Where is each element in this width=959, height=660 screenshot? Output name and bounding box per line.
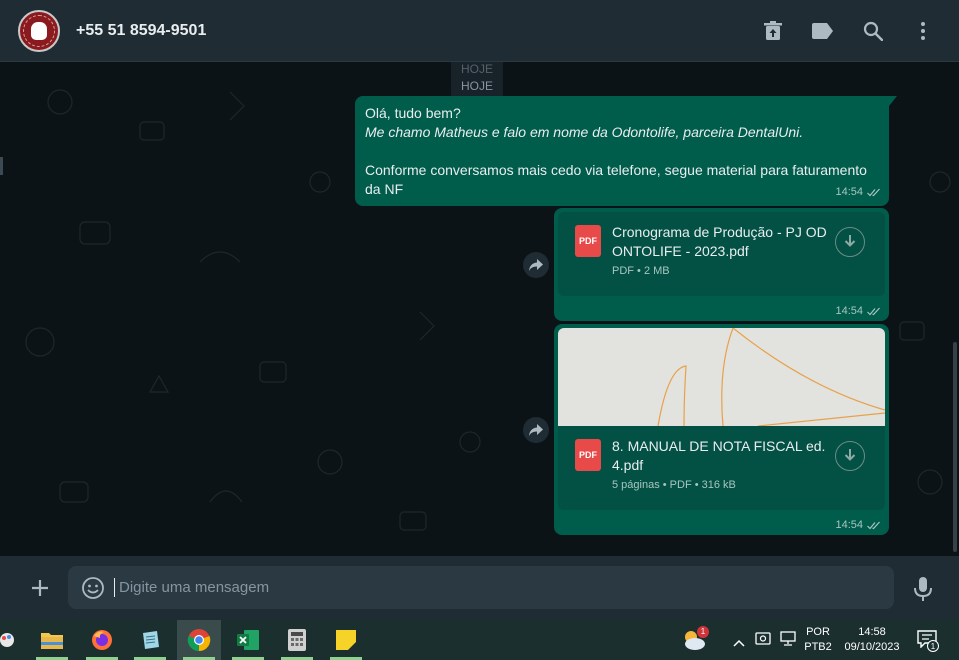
download-button[interactable]: [835, 441, 865, 471]
notepad-icon: [143, 631, 159, 649]
chat-panel[interactable]: HOJE HOJE Olá, tudo bem? Me chamo Matheu…: [0, 62, 959, 556]
taskbar-file-explorer[interactable]: [30, 620, 74, 660]
date-separator-ghost: HOJE: [460, 62, 493, 76]
message-time: 14:54: [835, 305, 863, 317]
taskbar-sticky-notes[interactable]: [324, 620, 368, 660]
message-input-box[interactable]: Digite uma mensagem: [68, 566, 894, 609]
vpn-tray-icon[interactable]: [755, 631, 773, 652]
taskbar-calculator[interactable]: [275, 620, 319, 660]
emoji-icon[interactable]: [81, 576, 105, 600]
more-menu-icon[interactable]: [911, 19, 935, 43]
paint-app-icon: [0, 633, 14, 647]
avatar-ring: [23, 15, 55, 47]
attach-plus-icon[interactable]: [28, 576, 52, 600]
document-card[interactable]: PDF Cronograma de Produção - PJ ODONTOLI…: [558, 212, 885, 296]
forward-button-doc2[interactable]: [523, 417, 549, 443]
chrome-icon: [187, 629, 211, 652]
message-meta: 14:54: [835, 519, 881, 531]
chat-header: +55 51 8594-9501: [0, 0, 959, 62]
notification-count: 1: [927, 640, 939, 652]
firefox-icon: [92, 630, 112, 650]
forward-arrow-icon: [529, 424, 543, 436]
message-line-greeting: Olá, tudo bem?: [365, 105, 461, 121]
document-card[interactable]: PDF 8. MANUAL DE NOTA FISCAL ed. 4.pdf 5…: [558, 426, 885, 510]
weather-widget[interactable]: 1: [682, 626, 709, 652]
language-code: POR: [806, 626, 830, 638]
pdf-file-icon: PDF: [575, 225, 601, 257]
pdf-file-icon: PDF: [575, 439, 601, 471]
taskbar-chrome[interactable]: [177, 620, 221, 660]
document-meta: PDF • 2 MB: [612, 265, 670, 277]
document-title: 8. MANUAL DE NOTA FISCAL ed. 4.pdf: [612, 438, 826, 473]
label-icon[interactable]: [811, 19, 835, 43]
microphone-icon[interactable]: [912, 576, 934, 602]
message-meta: 14:54: [835, 183, 881, 202]
folder-icon: [41, 633, 63, 649]
message-line-body: Conforme conversamos mais cedo via telef…: [365, 162, 867, 197]
keyboard-layout: PTB2: [804, 641, 832, 653]
taskbar-notes-app[interactable]: [128, 620, 172, 660]
weather-badge: 1: [697, 626, 709, 638]
double-check-icon: [867, 521, 880, 529]
message-composer: Digite uma mensagem: [0, 556, 959, 620]
double-check-icon: [867, 307, 880, 315]
calculator-icon: [288, 629, 306, 651]
clock-time: 14:58: [858, 626, 886, 638]
message-time: 14:54: [835, 186, 863, 198]
contact-name[interactable]: +55 51 8594-9501: [76, 22, 206, 40]
clock-date: 09/10/2023: [844, 641, 900, 653]
notification-center-icon[interactable]: 1: [917, 630, 939, 652]
search-icon[interactable]: [861, 19, 885, 43]
message-input-placeholder[interactable]: Digite uma mensagem: [119, 579, 269, 596]
system-clock[interactable]: 14:58 09/10/2023: [840, 625, 904, 655]
download-button[interactable]: [835, 227, 865, 257]
bubble-tail: [889, 96, 897, 106]
taskbar-excel[interactable]: [226, 620, 270, 660]
message-time: 14:54: [835, 519, 863, 531]
document-title: Cronograma de Produção - PJ ODONTOLIFE -…: [612, 224, 827, 259]
document-preview-image[interactable]: [558, 328, 885, 426]
download-arrow-icon: [844, 449, 856, 461]
outgoing-text-message[interactable]: Olá, tudo bem? Me chamo Matheus e falo e…: [355, 96, 897, 206]
document-meta: 5 páginas • PDF • 316 kB: [612, 479, 736, 491]
taskbar-pinned-app-partial[interactable]: [0, 620, 24, 660]
input-language-indicator[interactable]: POR PTB2: [804, 625, 832, 655]
chat-scrollbar[interactable]: [953, 342, 957, 552]
network-icon[interactable]: [779, 631, 797, 652]
text-caret: [114, 578, 115, 597]
preview-line-art: [657, 328, 885, 426]
taskbar-firefox[interactable]: [80, 620, 124, 660]
message-line-intro: Me chamo Matheus e falo em nome da Odont…: [365, 124, 804, 140]
download-arrow-icon: [844, 235, 856, 247]
show-hidden-icons-chevron-icon[interactable]: [733, 634, 745, 652]
windows-taskbar: 1 POR PTB2 14:58 09/10/2023 1: [0, 620, 959, 660]
left-edge-mark: [0, 157, 3, 175]
contact-avatar[interactable]: [18, 10, 60, 52]
forward-arrow-icon: [529, 259, 543, 271]
outgoing-document-message[interactable]: PDF Cronograma de Produção - PJ ODONTOLI…: [554, 208, 889, 321]
excel-icon: [237, 630, 259, 650]
outgoing-document-message[interactable]: PDF 8. MANUAL DE NOTA FISCAL ed. 4.pdf 5…: [554, 324, 889, 535]
date-separator-label: HOJE: [460, 79, 493, 93]
double-check-icon: [867, 188, 880, 197]
archive-icon[interactable]: [761, 19, 785, 43]
forward-button-doc1[interactable]: [523, 252, 549, 278]
message-meta: 14:54: [835, 305, 881, 317]
sticky-note-icon: [336, 630, 356, 650]
